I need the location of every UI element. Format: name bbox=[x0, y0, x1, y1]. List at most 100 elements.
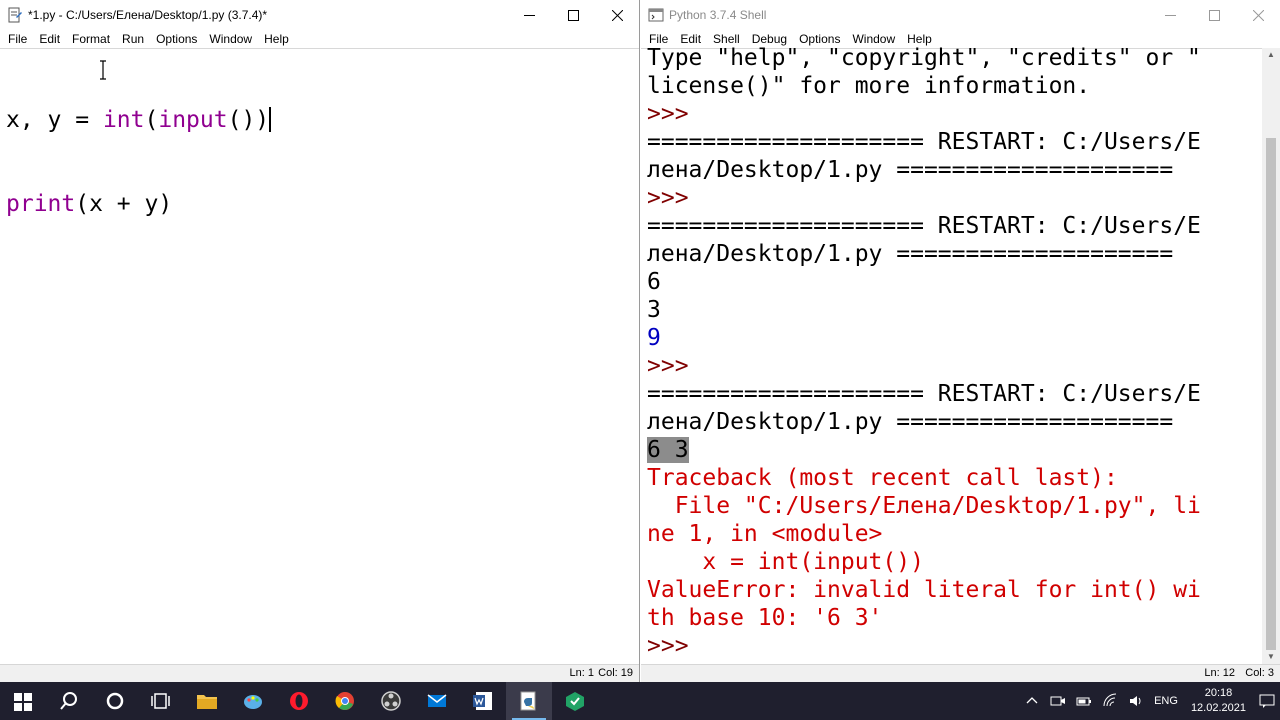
editor-titlebar[interactable]: *1.py - C:/Users/Елена/Desktop/1.py (3.7… bbox=[0, 0, 639, 30]
shell-line-text: лена/Desktop/1.py ==================== bbox=[647, 241, 1174, 267]
volume-tray-button[interactable] bbox=[1128, 693, 1144, 709]
code-editor[interactable]: x, y = int(input()) print(x + y) bbox=[6, 50, 639, 274]
shell-line: ne 1, in <module> bbox=[647, 520, 1262, 548]
ibeam-cursor-icon bbox=[100, 60, 106, 80]
shell-line: Traceback (most recent call last): bbox=[647, 464, 1262, 492]
mail-button[interactable] bbox=[414, 682, 460, 720]
show-hidden-icons-button[interactable] bbox=[1024, 693, 1040, 709]
wifi-icon bbox=[1103, 693, 1117, 707]
editor-column-number: Col: 19 bbox=[598, 667, 633, 679]
python-shell-icon bbox=[648, 8, 664, 22]
shell-line: 9 bbox=[647, 324, 1262, 352]
editor-line-number: Ln: 1 bbox=[569, 667, 594, 679]
word-button[interactable] bbox=[460, 682, 506, 720]
menu-help[interactable]: Help bbox=[258, 32, 295, 46]
shell-line: File "C:/Users/Елена/Desktop/1.py", li bbox=[647, 492, 1262, 520]
speaker-icon bbox=[1130, 696, 1141, 706]
shell-line: license()" for more information. bbox=[647, 72, 1262, 100]
shell-line-text: license()" for more information. bbox=[647, 73, 1091, 99]
start-button[interactable] bbox=[0, 682, 46, 720]
shell-window[interactable]: Python 3.7.4 Shell File Edit Shell Debug… bbox=[641, 0, 1280, 682]
chrome-icon bbox=[335, 692, 354, 710]
shell-line-text: File "C:/Users/Елена/Desktop/1.py", li bbox=[647, 493, 1201, 519]
shell-line-text: ValueError: invalid literal for int() wi bbox=[647, 577, 1201, 603]
shell-line: ValueError: invalid literal for int() wi bbox=[647, 576, 1262, 604]
obs-icon bbox=[381, 691, 401, 711]
opera-icon bbox=[290, 692, 308, 710]
editor-maximize-button[interactable] bbox=[551, 0, 595, 30]
notifications-button[interactable] bbox=[1259, 693, 1275, 709]
shell-titlebar[interactable]: Python 3.7.4 Shell bbox=[641, 0, 1280, 30]
shell-maximize-button[interactable] bbox=[1192, 0, 1236, 30]
builtin-token: input bbox=[158, 107, 228, 133]
python-idle-icon bbox=[520, 691, 536, 711]
chrome-button[interactable] bbox=[322, 682, 368, 720]
search-button[interactable] bbox=[46, 682, 92, 720]
green-app-button[interactable] bbox=[552, 682, 598, 720]
shell-line: >>> bbox=[647, 100, 1262, 128]
shell-line-text: 6 3 bbox=[647, 437, 689, 463]
shell-line-text: ==================== RESTART: C:/Users/E bbox=[647, 129, 1201, 155]
shell-line-text: лена/Desktop/1.py ==================== bbox=[647, 157, 1174, 183]
mail-icon bbox=[427, 694, 447, 707]
shell-line-text: >>> bbox=[647, 185, 703, 211]
windows-taskbar: ENG 20:18 12.02.2021 bbox=[0, 682, 1280, 720]
shell-line-text: 3 bbox=[647, 297, 661, 323]
paint-button[interactable] bbox=[230, 682, 276, 720]
shell-scrollbar[interactable]: ▲ ▼ bbox=[1262, 48, 1280, 664]
menu-options[interactable]: Options bbox=[150, 32, 203, 46]
shell-line: x = int(input()) bbox=[647, 548, 1262, 576]
builtin-token: int bbox=[102, 107, 145, 133]
shell-line: 6 bbox=[647, 268, 1262, 296]
editor-window[interactable]: *1.py - C:/Users/Елена/Desktop/1.py (3.7… bbox=[0, 0, 640, 682]
scroll-up-arrow-icon[interactable]: ▲ bbox=[1262, 48, 1280, 62]
menu-run[interactable]: Run bbox=[116, 32, 150, 46]
task-view-button[interactable] bbox=[138, 682, 184, 720]
editor-minimize-button[interactable] bbox=[507, 0, 551, 30]
code-token: ( bbox=[144, 107, 159, 133]
code-token: (x + y) bbox=[75, 191, 173, 217]
shell-line-text: 6 bbox=[647, 269, 661, 295]
scrollbar-thumb[interactable] bbox=[1266, 138, 1276, 650]
wifi-tray-button[interactable] bbox=[1102, 693, 1118, 709]
shell-line: Type "help", "copyright", "credits" or " bbox=[647, 44, 1262, 72]
shell-line: лена/Desktop/1.py ==================== bbox=[647, 408, 1262, 436]
shell-line: >>> bbox=[647, 184, 1262, 212]
file-explorer-button[interactable] bbox=[184, 682, 230, 720]
shell-line-text: 9 bbox=[647, 325, 661, 351]
system-tray: ENG 20:18 12.02.2021 bbox=[1019, 682, 1280, 720]
builtin-token: print bbox=[6, 191, 76, 217]
shell-line: 6 3 bbox=[647, 436, 1262, 464]
code-token: ()) bbox=[227, 107, 270, 133]
shell-line: ==================== RESTART: C:/Users/E bbox=[647, 380, 1262, 408]
shell-line-text: th base 10: '6 3' bbox=[647, 605, 883, 631]
camera-tray-button[interactable] bbox=[1050, 693, 1066, 709]
scroll-down-arrow-icon[interactable]: ▼ bbox=[1262, 650, 1280, 664]
shell-output[interactable]: Type "help", "copyright", "credits" or "… bbox=[647, 44, 1262, 660]
shell-statusbar: Ln: 12 Col: 3 bbox=[641, 664, 1280, 682]
menu-window[interactable]: Window bbox=[203, 32, 258, 46]
shell-line: лена/Desktop/1.py ==================== bbox=[647, 240, 1262, 268]
cortana-button[interactable] bbox=[92, 682, 138, 720]
clock-date: 12.02.2021 bbox=[1190, 702, 1246, 714]
python-idle-button[interactable] bbox=[506, 682, 552, 720]
editor-close-button[interactable] bbox=[595, 0, 639, 30]
shell-minimize-button[interactable] bbox=[1148, 0, 1192, 30]
minimize-icon bbox=[523, 14, 535, 16]
shell-line: лена/Desktop/1.py ==================== bbox=[647, 156, 1262, 184]
code-token: x, y = bbox=[6, 107, 103, 133]
close-icon bbox=[1252, 9, 1264, 21]
battery-icon bbox=[1076, 697, 1092, 706]
menu-edit[interactable]: Edit bbox=[33, 32, 66, 46]
language-indicator[interactable]: ENG bbox=[1154, 695, 1178, 707]
battery-tray-button[interactable] bbox=[1076, 693, 1092, 709]
code-line-2: print(x + y) bbox=[6, 190, 639, 218]
clock[interactable]: 20:18 12.02.2021 bbox=[1191, 686, 1246, 716]
menu-format[interactable]: Format bbox=[66, 32, 116, 46]
code-line-1: x, y = int(input()) bbox=[6, 106, 639, 134]
shell-line-text: лена/Desktop/1.py ==================== bbox=[647, 409, 1174, 435]
shell-close-button[interactable] bbox=[1236, 0, 1280, 30]
menu-file[interactable]: File bbox=[2, 32, 33, 46]
opera-button[interactable] bbox=[276, 682, 322, 720]
obs-button[interactable] bbox=[368, 682, 414, 720]
